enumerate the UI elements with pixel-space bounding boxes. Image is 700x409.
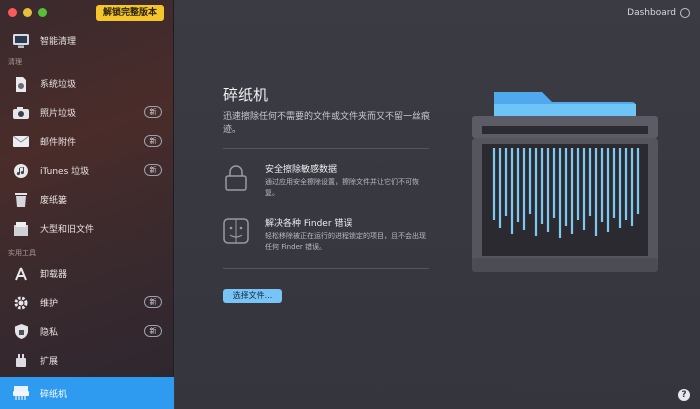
sidebar-item-label: 邮件附件 [40,138,77,148]
zoom-window-button[interactable] [38,8,47,17]
sidebar-item-label: 隐私 [40,328,59,338]
shredder-icon [12,384,30,402]
choose-files-button[interactable]: 选择文件... [223,289,282,303]
feature-title: 安全擦除敏感数据 [265,165,338,175]
new-badge: 新 [144,296,162,308]
dashboard-label: Dashboard [627,8,676,18]
mail-icon [12,133,30,151]
window-controls [8,8,47,17]
dashboard-button[interactable]: Dashboard [627,8,690,18]
app-store-icon [12,265,30,283]
sidebar-item-label: 智能清理 [40,37,77,47]
new-badge: 新 [144,106,162,118]
monitor-icon [12,32,30,50]
sidebar-item-label: 照片垃圾 [40,109,77,119]
new-badge: 新 [144,325,162,337]
sidebar-item-trash[interactable]: 废纸篓 [0,185,174,214]
sidebar-item-system-junk[interactable]: 系统垃圾 [0,69,174,98]
plug-icon [12,352,30,370]
feature-secure-erase: 安全擦除敏感数据 通过应用安全擦除设置，擦除文件并让它们不可恢复。 [223,162,433,202]
feature-title: 解决各种 Finder 错误 [265,219,353,229]
sidebar-item-smart-clean[interactable]: 智能清理 [0,26,174,55]
gauge-icon [680,8,690,18]
files-icon [12,220,30,238]
new-badge: 新 [144,135,162,147]
help-button[interactable]: ? [678,389,690,401]
divider [223,268,429,269]
section-label-clean: 清理 [8,58,22,66]
system-junk-icon [12,75,30,93]
sidebar-item-uninstaller[interactable]: 卸载器 [0,259,174,288]
new-badge: 新 [144,164,162,176]
feature-description: 通过应用安全擦除设置，擦除文件并让它们不可恢复。 [265,178,419,197]
unlock-full-version-button[interactable]: 解锁完整版本 [96,5,164,21]
trash-icon [12,191,30,209]
sidebar-item-label: 维护 [40,299,59,309]
sidebar-item-label: 卸载器 [40,270,68,280]
sidebar-item-photo-junk[interactable]: 照片垃圾 新 [0,98,174,127]
page-subtitle: 迅速擦除任何不需要的文件或文件夹而又不留一丝痕迹。 [223,112,431,135]
sidebar-item-extensions[interactable]: 扩展 [0,346,174,375]
divider [223,148,429,149]
page-title: 碎纸机 [223,86,269,104]
shield-icon [12,323,30,341]
sidebar-item-maintenance[interactable]: 维护 新 [0,288,174,317]
close-window-button[interactable] [8,8,17,17]
sidebar-item-itunes-junk[interactable]: iTunes 垃圾 新 [0,156,174,185]
main-panel: Dashboard 碎纸机 迅速擦除任何不需要的文件或文件夹而又不留一丝痕迹。 … [175,0,700,409]
sidebar: 解锁完整版本 智能清理 清理 系统垃圾 照片垃圾 新 邮件附件 新 iTunes… [0,0,174,409]
feature-finder-errors: 解决各种 Finder 错误 轻松移除被正在运行的进程锁定的项目，且不会出现任何… [223,216,433,256]
sidebar-item-label: 碎纸机 [40,389,68,400]
sidebar-item-label: 大型和旧文件 [40,225,95,235]
lock-icon [223,164,249,191]
camera-icon [12,104,30,122]
minimize-window-button[interactable] [23,8,32,17]
finder-icon [223,218,249,244]
feature-description: 轻松移除被正在运行的进程锁定的项目，且不会出现任何 Finder 错误。 [265,232,426,251]
sidebar-item-shredder[interactable]: 碎纸机 [0,377,174,409]
music-icon [12,162,30,180]
sidebar-item-label: 废纸篓 [40,196,68,206]
shredder-illustration [472,92,658,272]
sidebar-item-privacy[interactable]: 隐私 新 [0,317,174,346]
gear-icon [12,294,30,312]
section-label-tools: 实用工具 [8,249,36,257]
sidebar-item-label: iTunes 垃圾 [40,167,90,177]
sidebar-item-label: 系统垃圾 [40,80,77,90]
sidebar-item-large-old-files[interactable]: 大型和旧文件 [0,214,174,243]
sidebar-item-mail-attachments[interactable]: 邮件附件 新 [0,127,174,156]
sidebar-item-label: 扩展 [40,357,59,367]
